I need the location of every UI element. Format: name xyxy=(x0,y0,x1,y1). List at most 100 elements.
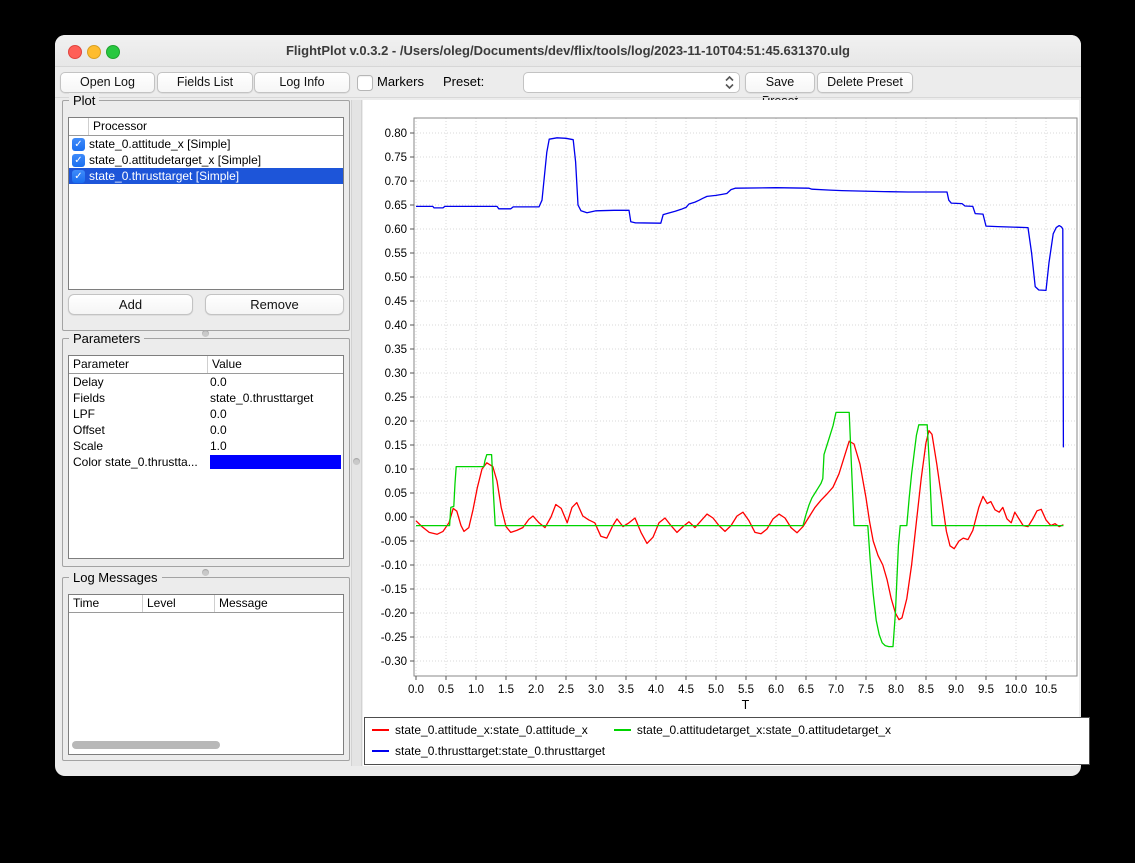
preset-combobox[interactable] xyxy=(523,72,740,93)
x-tick-label: 0.0 xyxy=(408,684,424,696)
x-tick-label: 2.5 xyxy=(558,684,574,696)
parameter-row[interactable]: Scale1.0 xyxy=(69,438,343,454)
splitter-handle[interactable] xyxy=(202,569,209,576)
toolbar-divider xyxy=(55,97,1081,98)
processor-list-item[interactable]: ✓ state_0.thrusttarget [Simple] xyxy=(69,168,343,184)
window-title: FlightPlot v.0.3.2 - /Users/oleg/Documen… xyxy=(135,35,1001,66)
y-tick-label: 0.10 xyxy=(385,464,407,476)
minimize-window-button[interactable] xyxy=(87,45,101,59)
processor-checkbox[interactable]: ✓ xyxy=(72,138,85,151)
desktop-background: FlightPlot v.0.3.2 - /Users/oleg/Documen… xyxy=(0,0,1135,863)
x-tick-label: 2.0 xyxy=(528,684,544,696)
markers-checkbox[interactable] xyxy=(357,75,373,91)
splitter-handle[interactable] xyxy=(353,458,360,465)
x-tick-label: 7.5 xyxy=(858,684,874,696)
processor-list-item[interactable]: ✓state_0.attitudetarget_x [Simple] xyxy=(69,152,343,168)
window-titlebar[interactable]: FlightPlot v.0.3.2 - /Users/oleg/Documen… xyxy=(55,35,1081,67)
y-tick-label: 0.20 xyxy=(385,416,407,428)
processor-list-item[interactable]: ✓ state_0.attitude_x [Simple] xyxy=(69,136,343,152)
parameter-row[interactable]: Delay0.0 xyxy=(69,374,343,390)
y-tick-label: -0.20 xyxy=(381,608,407,620)
zoom-window-button[interactable] xyxy=(106,45,120,59)
processor-label: state_0.thrusttarget [Simple] xyxy=(89,169,239,183)
series-line xyxy=(416,412,1063,646)
legend-item: state_0.attitude_x:state_0.attitude_x xyxy=(372,723,588,737)
legend-item: state_0.attitudetarget_x:state_0.attitud… xyxy=(614,723,891,737)
processor-checkbox[interactable]: ✓ xyxy=(72,170,85,183)
chart-component[interactable]: 0.800.750.700.650.600.550.500.450.400.35… xyxy=(363,100,1079,766)
x-tick-label: 1.5 xyxy=(498,684,514,696)
processor-checkbox[interactable]: ✓ xyxy=(72,154,85,167)
parameter-name: Offset xyxy=(69,423,208,437)
checkbox-column-header xyxy=(69,118,89,135)
y-tick-label: 0.40 xyxy=(385,320,407,332)
parameter-row[interactable]: Color state_0.thrustta... xyxy=(69,454,343,470)
log-info-button[interactable]: Log Info xyxy=(254,72,350,93)
parameter-value xyxy=(208,455,343,469)
chart-canvas[interactable]: 0.800.750.700.650.600.550.500.450.400.35… xyxy=(363,100,1079,716)
add-processor-button[interactable]: Add xyxy=(68,294,193,315)
x-tick-label: 9.5 xyxy=(978,684,994,696)
save-preset-button[interactable]: Save Preset xyxy=(745,72,815,93)
processor-table[interactable]: Processor ✓state_0.attitude_x [Simple]✓s… xyxy=(68,117,344,290)
processor-table-header: Processor xyxy=(69,118,343,136)
parameter-value: 1.0 xyxy=(208,439,343,453)
y-tick-label: 0.75 xyxy=(385,152,407,164)
legend-label: state_0.thrusttarget:state_0.thrusttarge… xyxy=(395,744,605,758)
x-tick-label: 6.5 xyxy=(798,684,814,696)
y-tick-label: 0.60 xyxy=(385,224,407,236)
x-tick-label: 1.0 xyxy=(468,684,484,696)
processor-label: state_0.attitude_x [Simple] xyxy=(89,137,230,151)
legend-label: state_0.attitudetarget_x:state_0.attitud… xyxy=(637,723,891,737)
y-tick-label: 0.25 xyxy=(385,392,407,404)
plot-panel: Plot Processor ✓state_0.attitude_x [Simp… xyxy=(62,100,350,331)
y-tick-label: 0.30 xyxy=(385,368,407,380)
x-tick-label: 9.0 xyxy=(948,684,964,696)
parameter-row[interactable]: Fieldsstate_0.thrusttarget xyxy=(69,390,343,406)
x-axis-title: T xyxy=(742,698,750,712)
parameter-value: state_0.thrusttarget xyxy=(208,391,343,405)
plot-panel-title: Plot xyxy=(69,93,99,108)
remove-processor-button[interactable]: Remove xyxy=(205,294,344,315)
parameter-name: Delay xyxy=(69,375,208,389)
legend-line-swatch xyxy=(372,750,389,752)
parameter-column-header: Parameter xyxy=(69,356,208,373)
y-tick-label: 0.00 xyxy=(385,512,407,524)
log-messages-table[interactable]: TimeLevelMessage xyxy=(68,594,344,755)
log-column-header: Time xyxy=(69,595,143,612)
y-tick-label: 0.80 xyxy=(385,128,407,140)
combo-stepper-icon[interactable] xyxy=(721,74,737,91)
log-column-header: Level xyxy=(143,595,215,612)
processor-column-header: Processor xyxy=(89,118,343,135)
y-tick-label: -0.15 xyxy=(381,584,407,596)
x-tick-label: 10.5 xyxy=(1035,684,1057,696)
y-tick-label: 0.15 xyxy=(385,440,407,452)
y-tick-label: 0.65 xyxy=(385,200,407,212)
parameter-row[interactable]: Offset0.0 xyxy=(69,422,343,438)
vertical-split-divider[interactable] xyxy=(351,100,362,766)
x-tick-label: 3.0 xyxy=(588,684,604,696)
fields-list-button[interactable]: Fields List xyxy=(157,72,253,93)
parameter-name: Color state_0.thrustta... xyxy=(69,455,208,469)
parameter-value: 0.0 xyxy=(208,375,343,389)
delete-preset-button[interactable]: Delete Preset xyxy=(817,72,913,93)
legend-item: state_0.thrusttarget:state_0.thrusttarge… xyxy=(372,744,605,758)
parameters-table[interactable]: Parameter Value Delay0.0Fieldsstate_0.th… xyxy=(68,355,344,559)
close-window-button[interactable] xyxy=(68,45,82,59)
splitter-handle[interactable] xyxy=(202,330,209,337)
flightplot-window: FlightPlot v.0.3.2 - /Users/oleg/Documen… xyxy=(55,35,1081,776)
x-tick-label: 8.0 xyxy=(888,684,904,696)
x-tick-label: 5.0 xyxy=(708,684,724,696)
chart-legend: state_0.attitude_x:state_0.attitude_xsta… xyxy=(364,717,1090,765)
y-tick-label: -0.10 xyxy=(381,560,407,572)
x-tick-label: 7.0 xyxy=(828,684,844,696)
y-tick-label: 0.70 xyxy=(385,176,407,188)
color-swatch[interactable] xyxy=(210,455,341,469)
parameter-row[interactable]: LPF0.0 xyxy=(69,406,343,422)
parameter-name: Scale xyxy=(69,439,208,453)
open-log-button[interactable]: Open Log xyxy=(60,72,155,93)
value-column-header: Value xyxy=(208,356,343,373)
horizontal-scrollbar[interactable] xyxy=(72,741,220,749)
x-tick-label: 8.5 xyxy=(918,684,934,696)
legend-line-swatch xyxy=(614,729,631,731)
